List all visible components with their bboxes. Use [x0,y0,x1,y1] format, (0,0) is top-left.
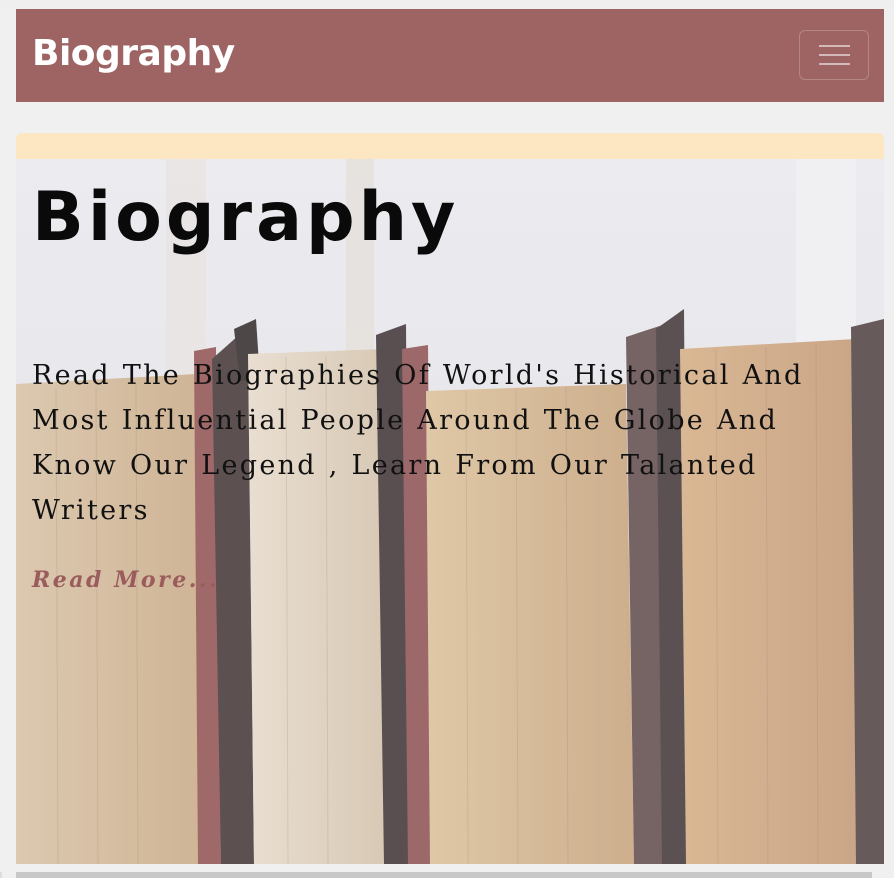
next-section-edge [16,872,872,878]
navbar: Biography [16,9,884,102]
hamburger-icon-line [819,54,850,56]
navbar-toggler-button[interactable] [799,30,869,80]
top-strip [0,0,894,9]
hero-description: Read The Biographies Of World's Historic… [32,360,804,526]
hero-title: Biography [32,178,460,257]
hero-section: Biography Read The Biographies Of World'… [16,133,884,864]
hamburger-icon [819,45,850,47]
hamburger-icon-line [819,63,850,65]
page-edge [0,872,2,878]
read-more-link[interactable]: Read More... [32,565,219,595]
navbar-brand[interactable]: Biography [32,31,235,77]
